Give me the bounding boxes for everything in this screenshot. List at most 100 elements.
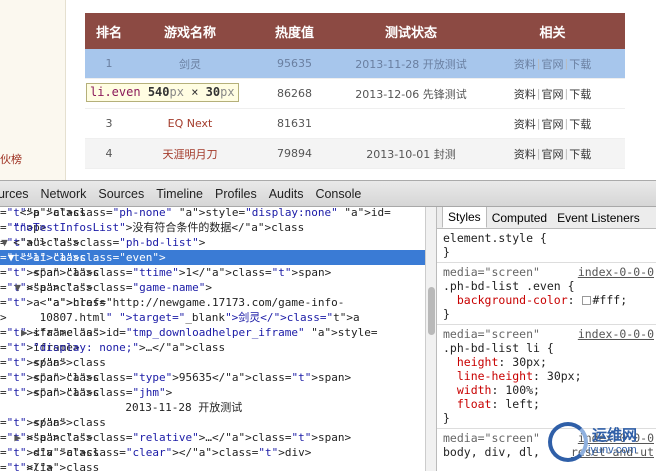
tooltip-unit: px	[169, 85, 184, 99]
site-watermark: 运维网 iyunv.com	[548, 420, 656, 471]
tab-resources[interactable]: ources	[0, 187, 29, 201]
expand-toggle-icon[interactable]: ▼	[14, 280, 21, 295]
table-header: 排名 游戏名称 热度值 测试状态 相关	[85, 13, 625, 49]
css-value[interactable]: 100%;	[505, 383, 540, 397]
webpage-viewport: 伙榜 排名 游戏名称 热度值 测试状态 相关 1 剑灵 95635 2013-1…	[0, 0, 656, 180]
tooltip-unit: px	[220, 85, 235, 99]
dom-node-line[interactable]: "noTestInfosList">没有符合条件的数据</"a">class ="…	[0, 220, 425, 235]
css-property[interactable]: height	[457, 355, 499, 369]
css-value[interactable]: 30px;	[547, 369, 582, 383]
info-link[interactable]: 资料	[514, 146, 536, 162]
rule-selector[interactable]: .ph-bd-list li {	[443, 341, 656, 355]
status-cell: 2013-12-06 先锋测试	[355, 87, 467, 101]
dom-node-selected[interactable]: ▼ <"a">class ="t">li "a">class="even">	[0, 250, 425, 265]
dom-node-line[interactable]: <"a">class ="t">span "a">class="ttime">1<…	[0, 265, 425, 280]
tab-sources[interactable]: Sources	[98, 187, 144, 201]
tab-network[interactable]: Network	[41, 187, 87, 201]
dom-node-line[interactable]: 2013-11-28 开放测试	[0, 400, 425, 415]
official-link[interactable]: 官网	[542, 146, 564, 162]
heat-cell: 81631	[277, 117, 312, 130]
tooltip-height: 30	[205, 85, 221, 99]
css-value[interactable]: left;	[505, 397, 540, 411]
left-sidebar: 伙榜	[0, 0, 66, 180]
dom-node-line[interactable]: ▶ <"a">class ="t">span "a">class="relative…	[0, 430, 425, 445]
table-row[interactable]: 4 天涯明月刀 79894 2013-10-01 封测 资料 | 官网 | 下载	[85, 139, 625, 169]
expand-toggle-icon[interactable]: ▼	[1, 235, 8, 250]
table-row[interactable]: 1 剑灵 95635 2013-11-28 开放测试 资料 | 官网 | 下载	[85, 49, 625, 79]
rule-media: media="screen"	[443, 265, 540, 279]
css-property[interactable]: background-color	[457, 293, 568, 307]
right-sidebar	[626, 0, 656, 180]
info-link[interactable]: 资料	[514, 56, 536, 72]
dom-node-line[interactable]: <"a">class ="t">p "a">class="ph-none" "a"…	[0, 207, 425, 220]
header-heat: 热度值	[274, 25, 314, 41]
rule-close: }	[443, 245, 450, 259]
download-link[interactable]: 下载	[569, 56, 591, 72]
rule-selector[interactable]: .ph-bd-list .even {	[443, 279, 656, 293]
css-value[interactable]: #fff;	[593, 293, 628, 307]
tab-event-listeners[interactable]: Event Listeners	[552, 208, 645, 228]
tab-timeline[interactable]: Timeline	[156, 187, 203, 201]
rank-cell: 3	[105, 117, 113, 130]
dom-node-line[interactable]: </"a">class ="t">span>	[0, 415, 425, 430]
game-name-link[interactable]: 天涯明月刀	[133, 139, 247, 168]
header-related: 相关	[539, 25, 566, 41]
dom-node-line[interactable]: <"a">class ="t">span "a">class="jhm">	[0, 385, 425, 400]
tab-styles[interactable]: Styles	[442, 207, 487, 228]
css-property[interactable]: float	[457, 397, 492, 411]
rank-cell: 4	[105, 147, 113, 160]
rule-selector[interactable]: body, div, dl,	[443, 445, 540, 459]
elements-scrollbar[interactable]	[425, 207, 437, 471]
download-link[interactable]: 下载	[569, 116, 591, 132]
status-cell: 2013-10-01 封测	[366, 147, 456, 161]
dom-node-line[interactable]: ▶ <"a">class ="t">iframe "a">id="tmp_downl…	[0, 325, 425, 340]
tab-computed[interactable]: Computed	[487, 208, 552, 228]
scrollbar-thumb[interactable]	[428, 287, 435, 335]
tooltip-times: ×	[191, 85, 199, 99]
styles-tabbar: Styles Computed Event Listeners	[437, 207, 656, 229]
download-link[interactable]: 下载	[569, 86, 591, 102]
expand-toggle-icon[interactable]: ▶	[21, 325, 28, 340]
dom-node-line[interactable]: </"a">class ="t">span>	[0, 355, 425, 370]
rule-source-link[interactable]: index-0-0-0	[578, 265, 654, 279]
dom-node-line[interactable]: "display: none;">…</"a">class ="t">iframe…	[0, 340, 425, 355]
dom-node-line[interactable]: <"a">class ="t">div "a">class="clear"></"…	[0, 445, 425, 460]
official-link[interactable]: 官网	[542, 86, 564, 102]
tab-audits[interactable]: Audits	[269, 187, 304, 201]
info-link[interactable]: 资料	[514, 116, 536, 132]
css-property[interactable]: width	[457, 383, 492, 397]
rule-close: }	[443, 307, 450, 321]
status-cell: 2013-11-28 开放测试	[355, 57, 467, 71]
tab-profiles[interactable]: Profiles	[215, 187, 257, 201]
color-swatch[interactable]	[581, 296, 591, 305]
table-row[interactable]: 3 EQ Next 81631 资料 | 官网 | 下载	[85, 109, 625, 139]
css-property[interactable]: line-height	[457, 369, 533, 383]
devtools-toolbar: ources Network Sources Timeline Profiles…	[0, 180, 656, 207]
dom-node-line[interactable]: 10807.html" ">target="_blank">剑灵</">clas…	[0, 310, 425, 325]
dom-node-line[interactable]: <"a">class ="t">span "a">class="type">956…	[0, 370, 425, 385]
header-status: 测试状态	[384, 25, 437, 41]
info-link[interactable]: 资料	[514, 86, 536, 102]
heat-cell: 79894	[277, 147, 312, 160]
dom-node-line[interactable]: </"a">class ="t">li>	[0, 460, 425, 471]
dom-node-line[interactable]: ▼ <"a">class ="t">span "a">class="game-nam…	[0, 280, 425, 295]
style-rule: element.style { }	[437, 229, 656, 263]
rule-selector[interactable]: element.style {	[443, 231, 656, 245]
official-link[interactable]: 官网	[542, 56, 564, 72]
related-links: 资料 | 官网 | 下载	[513, 146, 592, 162]
dom-node-line[interactable]: ▼ <"a">class ="t">ul "a">class="ph-bd-list…	[0, 235, 425, 250]
rule-media: media="screen"	[443, 431, 540, 445]
expand-toggle-icon[interactable]: ▶	[14, 430, 21, 445]
official-link[interactable]: 官网	[542, 116, 564, 132]
game-name-link[interactable]: 剑灵	[133, 49, 247, 78]
rule-source-link[interactable]: index-0-0-0	[578, 327, 654, 341]
dom-node-line[interactable]: <"a">class ="t">a "a">href="http://newgam…	[0, 295, 425, 310]
header-game-name: 游戏名称	[163, 25, 216, 41]
game-name-link[interactable]: EQ Next	[133, 109, 247, 138]
css-value[interactable]: 30px;	[512, 355, 547, 369]
download-link[interactable]: 下载	[569, 146, 591, 162]
elements-panel[interactable]: <"a">class ="t">p "a">class="ph-none" "a"…	[0, 207, 425, 471]
watermark-logo-icon	[548, 422, 588, 462]
expand-toggle-icon[interactable]: ▼	[8, 250, 15, 265]
tab-console[interactable]: Console	[315, 187, 361, 201]
